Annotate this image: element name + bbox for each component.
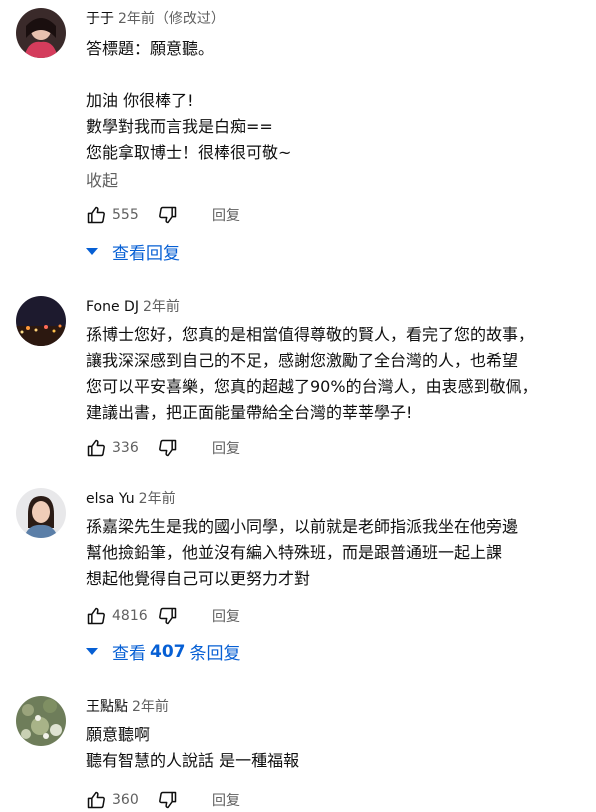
caret-down-icon [86, 248, 98, 255]
comment-line: 孫嘉梁先生是我的國小同學，以前就是老師指派我坐在他旁邊 [86, 517, 519, 536]
timestamp[interactable]: 2年前 [132, 699, 169, 715]
collapse-button[interactable]: 收起 [86, 167, 118, 191]
thumb-down-icon[interactable] [158, 205, 178, 225]
view-replies-prefix: 查看 [112, 644, 146, 664]
view-replies-label: 查看回复 [112, 244, 180, 264]
avatar[interactable] [16, 488, 66, 538]
comment-line: 幫他撿鉛筆，他並沒有編入特殊班，而是跟普通班一起上課 [86, 543, 503, 562]
thumb-up-icon[interactable] [86, 438, 106, 458]
comment-line: 答標題：願意聽。 [86, 39, 215, 58]
author-name[interactable]: elsa Yu [86, 491, 135, 507]
thumb-down-icon[interactable] [158, 606, 178, 626]
view-replies-button[interactable]: 查看 407 条回复 [86, 639, 241, 664]
avatar[interactable] [16, 296, 66, 346]
author-name[interactable]: 王點點 [86, 699, 128, 715]
comment-header: elsa Yu 2年前 [86, 490, 176, 508]
comment-line: 聽有智慧的人說話 是一種福報 [86, 751, 300, 770]
comment-line: 加油 你很棒了! [86, 91, 194, 110]
like-count: 555 [112, 207, 139, 223]
comment-actions: 555 回复 [86, 203, 240, 227]
like-count: 360 [112, 792, 139, 808]
comment-header: Fone DJ 2年前 [86, 298, 180, 316]
comment-text: 願意聽啊 聽有智慧的人說話 是一種福報 [86, 722, 588, 774]
comment-header: 王點點 2年前 [86, 698, 169, 716]
comment-text: 孫博士您好，您真的是相當值得尊敬的賢人，看完了您的故事， 讓我深深感到自己的不足… [86, 322, 588, 426]
timestamp[interactable]: 2年前（修改过） [118, 11, 225, 27]
thumb-up-icon[interactable] [86, 606, 106, 626]
comment-line: 讓我深深感到自己的不足，感謝您激勵了全台灣的人，也希望 [86, 351, 519, 370]
replies-count: 407 [150, 641, 186, 662]
comment-line: 您可以平安喜樂，您真的超越了90%的台灣人，由衷感到敬佩， [86, 377, 538, 396]
like-count: 4816 [112, 608, 148, 624]
comment-actions: 4816 回复 [86, 604, 240, 628]
comment-line: 您能拿取博士！很棒很可敬~ [86, 143, 292, 162]
comment-header: 于于 2年前（修改过） [86, 10, 225, 28]
comment-line-blank [86, 62, 588, 88]
reply-button[interactable]: 回复 [212, 606, 240, 626]
view-replies-suffix: 条回复 [189, 644, 241, 664]
author-name[interactable]: 于于 [86, 11, 114, 27]
author-name[interactable]: Fone DJ [86, 299, 139, 315]
avatar[interactable] [16, 696, 66, 746]
reply-button[interactable]: 回复 [212, 438, 240, 458]
comment-actions: 336 回复 [86, 436, 240, 460]
comment-line: 數學對我而言我是白痴== [86, 117, 273, 136]
thumb-up-icon[interactable] [86, 205, 106, 225]
caret-down-icon [86, 648, 98, 655]
thumb-down-icon[interactable] [158, 790, 178, 810]
comment-line: 想起他覺得自己可以更努力才對 [86, 569, 311, 588]
thumb-up-icon[interactable] [86, 790, 106, 810]
comment-text: 孫嘉梁先生是我的國小同學，以前就是老師指派我坐在他旁邊 幫他撿鉛筆，他並沒有編入… [86, 514, 588, 592]
like-count: 336 [112, 440, 139, 456]
avatar[interactable] [16, 8, 66, 58]
comment-text: 答標題：願意聽。 加油 你很棒了! 數學對我而言我是白痴== 您能拿取博士！很棒… [86, 36, 588, 166]
view-replies-button[interactable]: 查看回复 [86, 239, 180, 264]
comment-line: 孫博士您好，您真的是相當值得尊敬的賢人，看完了您的故事， [86, 325, 535, 344]
comment-actions: 360 回复 [86, 788, 240, 812]
reply-button[interactable]: 回复 [212, 205, 240, 225]
reply-button[interactable]: 回复 [212, 790, 240, 810]
comment-line: 願意聽啊 [86, 725, 151, 744]
timestamp[interactable]: 2年前 [143, 299, 180, 315]
thumb-down-icon[interactable] [158, 438, 178, 458]
timestamp[interactable]: 2年前 [139, 491, 176, 507]
comment-line: 建議出書，把正面能量帶給全台灣的莘莘學子! [86, 403, 413, 422]
